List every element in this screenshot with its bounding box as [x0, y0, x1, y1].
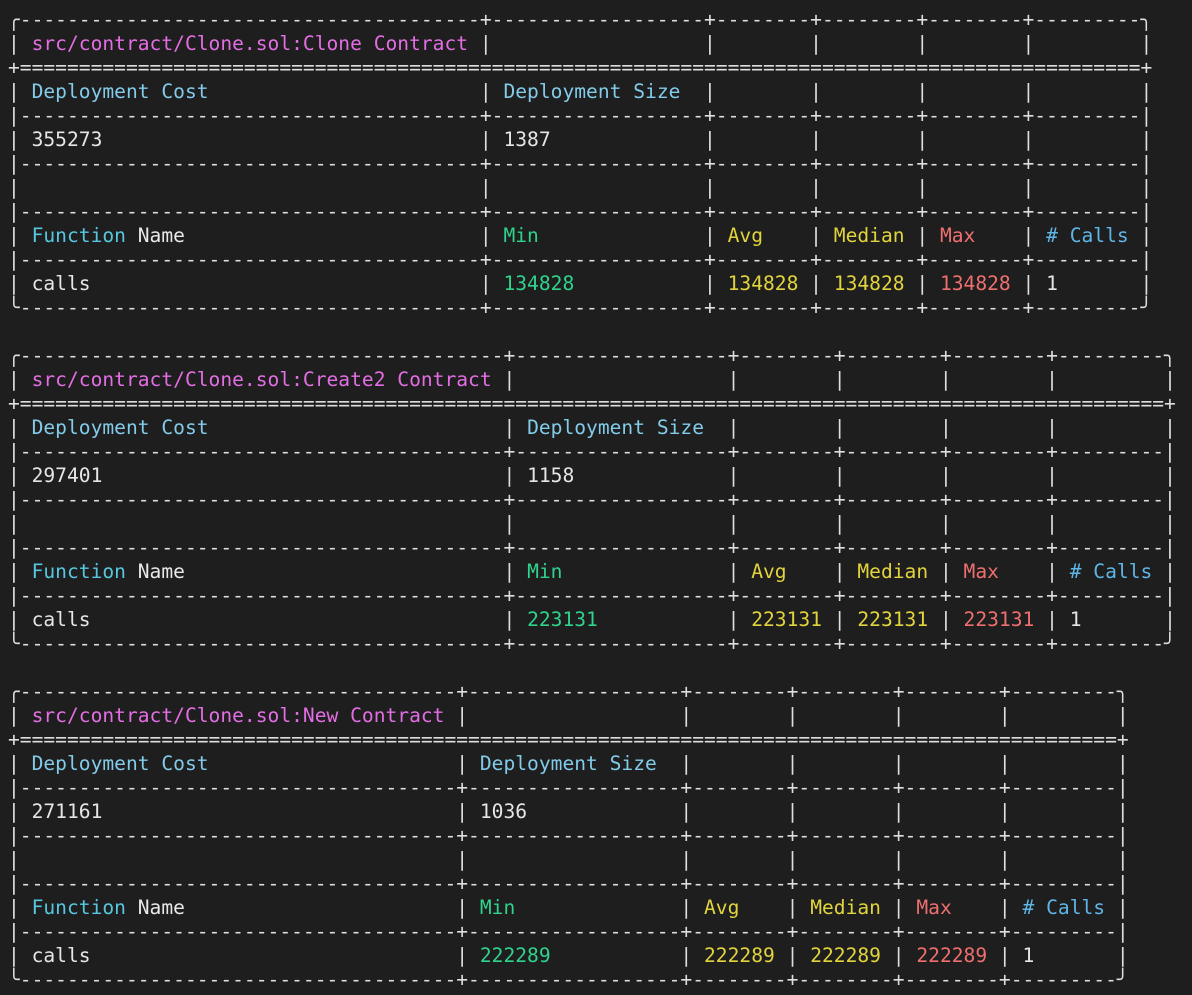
name-header-label: Name	[137, 560, 185, 583]
calls-value: 1	[1046, 272, 1058, 295]
avg-header: Avg	[751, 560, 787, 583]
deployment-cost-header: Deployment Cost	[31, 752, 209, 775]
deployment-size-header: Deployment Size	[503, 80, 681, 103]
name-header-label: Name	[137, 224, 185, 247]
median-header: Median	[833, 224, 905, 247]
min-header: Min	[479, 896, 516, 919]
name-header-label: Name	[137, 896, 185, 919]
median-value: 134828	[833, 272, 905, 295]
gas-report-table: ╭---------------------------------------…	[8, 8, 1153, 319]
deployment-size-value: 1036	[479, 800, 528, 823]
deployment-cost-value: 297401	[31, 464, 103, 487]
calls-value: 1	[1022, 944, 1035, 967]
deployment-size-header: Deployment Size	[527, 416, 705, 439]
function-name: calls	[31, 944, 91, 967]
min-header: Min	[503, 224, 539, 247]
max-value: 134828	[939, 272, 1011, 295]
calls-header: # Calls	[1046, 224, 1129, 247]
avg-header: Avg	[727, 224, 763, 247]
calls-header: # Calls	[1069, 560, 1153, 583]
deployment-size-header: Deployment Size	[479, 752, 657, 775]
contract-title: src/contract/Clone.sol:Clone Contract	[31, 32, 469, 55]
contract-title: src/contract/Clone.sol:New Contract	[31, 704, 445, 727]
max-header: Max	[939, 224, 976, 247]
max-value: 223131	[963, 608, 1035, 631]
min-header: Min	[527, 560, 563, 583]
max-header: Max	[916, 896, 952, 919]
max-value: 222289	[916, 944, 988, 967]
min-value: 223131	[527, 608, 598, 631]
deployment-cost-value: 355273	[31, 128, 103, 151]
function-name: calls	[31, 272, 91, 295]
function-header-label: Function	[31, 896, 126, 919]
avg-value: 223131	[751, 608, 822, 631]
function-header-label: Function	[31, 224, 126, 247]
deployment-size-value: 1387	[503, 128, 551, 151]
min-value: 134828	[503, 272, 575, 295]
deployment-cost-header: Deployment Cost	[31, 416, 209, 439]
median-value: 223131	[857, 608, 929, 631]
avg-header: Avg	[704, 896, 740, 919]
gas-report-table: ╭-------------------------------------+-…	[8, 680, 1129, 991]
avg-value: 222289	[704, 944, 775, 967]
function-name: calls	[31, 608, 91, 631]
max-header: Max	[963, 560, 999, 583]
avg-value: 134828	[727, 272, 799, 295]
min-value: 222289	[479, 944, 551, 967]
function-header-label: Function	[31, 560, 126, 583]
calls-value: 1	[1069, 608, 1082, 631]
median-header: Median	[810, 896, 881, 919]
calls-header: # Calls	[1022, 896, 1106, 919]
terminal-output: ╭---------------------------------------…	[0, 0, 1192, 995]
median-value: 222289	[810, 944, 881, 967]
deployment-size-value: 1158	[527, 464, 575, 487]
median-header: Median	[857, 560, 929, 583]
gas-report-table: ╭---------------------------------------…	[8, 344, 1176, 655]
contract-title: src/contract/Clone.sol:Create2 Contract	[31, 368, 492, 391]
deployment-cost-value: 271161	[31, 800, 103, 823]
deployment-cost-header: Deployment Cost	[31, 80, 209, 103]
